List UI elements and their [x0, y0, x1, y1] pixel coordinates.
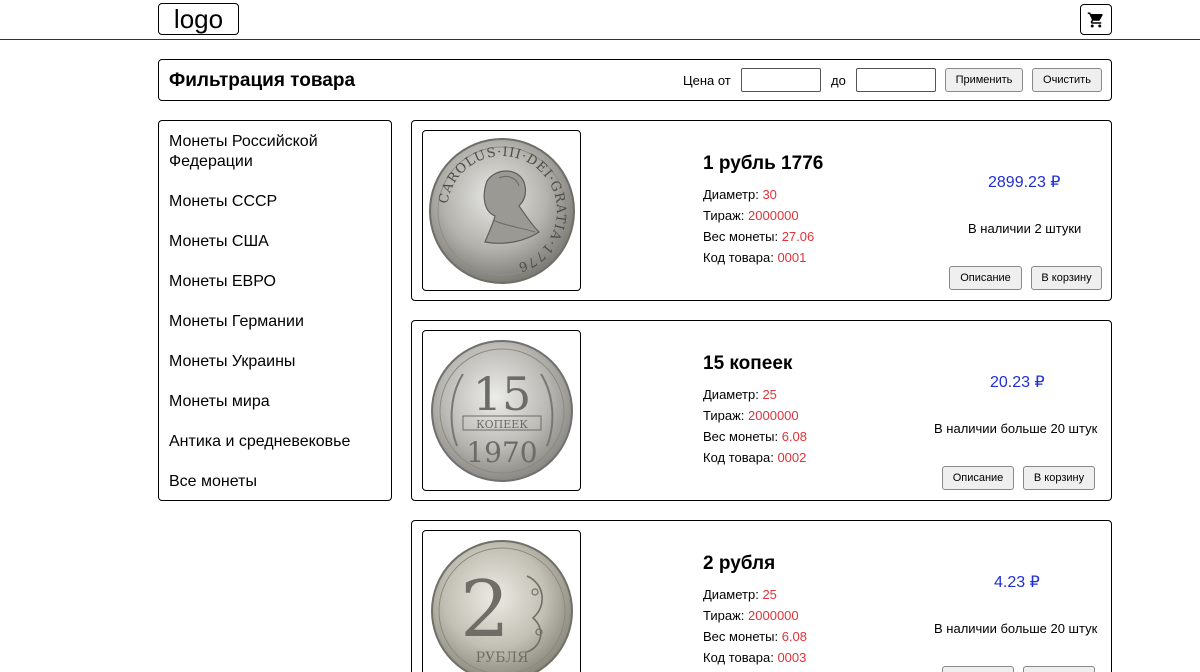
product-mintage: Тираж: 2000000 [703, 608, 799, 623]
category-all[interactable]: Все монеты [169, 472, 383, 492]
product-stock: В наличии 2 штуки [968, 221, 1082, 236]
product-name: 15 копеек [703, 353, 793, 374]
product-card: 2 РУБЛЯ 2 рубля Диаметр: 25 Тираж: 20000… [411, 520, 1112, 672]
product-price: 20.23 ₽ [990, 374, 1045, 391]
product-mintage: Тираж: 2000000 [703, 408, 799, 423]
logo[interactable]: logo [158, 3, 239, 35]
product-name: 2 рубля [703, 553, 776, 574]
filter-title: Фильтрация товара [169, 70, 356, 91]
product-diameter: Диаметр: 30 [703, 187, 777, 202]
coin-1776-icon: CAROLUS·III·DEI·GRATIA·1776 [428, 137, 575, 284]
category-ussr[interactable]: Монеты СССР [169, 192, 383, 212]
product-weight: Вес монеты: 6.08 [703, 429, 808, 444]
category-antique-medieval[interactable]: Антика и средневековье [169, 432, 383, 452]
product-stock: В наличии больше 20 штук [934, 621, 1098, 636]
description-button[interactable]: Описание [942, 466, 1014, 490]
product-weight: Вес монеты: 6.08 [703, 629, 808, 644]
svg-text:КОПЕЕК: КОПЕЕК [476, 418, 528, 431]
product-weight: Вес монеты: 27.06 [703, 229, 815, 244]
category-russian-federation[interactable]: Монеты Российской Федерации [169, 132, 383, 172]
product-code: Код товара: 0002 [703, 450, 807, 465]
apply-filter-button[interactable]: Применить [945, 68, 1023, 92]
price-from-input[interactable] [741, 68, 821, 92]
category-usa[interactable]: Монеты США [169, 232, 383, 252]
filter-panel: Фильтрация товара Цена от до Применить О… [158, 59, 1112, 101]
product-code: Код товара: 0001 [703, 250, 807, 265]
svg-text:2: 2 [460, 565, 510, 655]
price-from-label: Цена от [683, 73, 731, 88]
svg-text:15: 15 [472, 367, 531, 421]
cart-button[interactable] [1080, 4, 1112, 35]
description-button[interactable]: Описание [942, 666, 1014, 672]
svg-text:1970: 1970 [466, 436, 537, 469]
product-image[interactable]: 2 РУБЛЯ [422, 530, 581, 672]
add-to-cart-button[interactable]: В корзину [1023, 466, 1095, 490]
clear-filter-button[interactable]: Очистить [1032, 68, 1102, 92]
description-button[interactable]: Описание [949, 266, 1022, 290]
add-to-cart-button[interactable]: В корзину [1023, 666, 1095, 672]
add-to-cart-button[interactable]: В корзину [1031, 266, 1102, 290]
product-diameter: Диаметр: 25 [703, 587, 777, 602]
product-diameter: Диаметр: 25 [703, 387, 777, 402]
site-header: logo [0, 0, 1200, 40]
product-price: 4.23 ₽ [994, 574, 1040, 591]
product-image[interactable]: 15 КОПЕЕК 1970 [422, 330, 581, 491]
cart-icon [1087, 12, 1103, 27]
product-stock: В наличии больше 20 штук [934, 421, 1098, 436]
coin-2-rubles-icon: 2 РУБЛЯ [430, 539, 573, 672]
category-sidebar: Монеты Российской Федерации Монеты СССР … [158, 120, 392, 501]
product-mintage: Тираж: 2000000 [703, 208, 799, 223]
price-to-label: до [831, 73, 846, 88]
product-card: CAROLUS·III·DEI·GRATIA·1776 1 рубль 1776… [411, 120, 1112, 301]
category-world[interactable]: Монеты мира [169, 392, 383, 412]
category-euro[interactable]: Монеты ЕВРО [169, 272, 383, 292]
svg-text:РУБЛЯ: РУБЛЯ [475, 650, 528, 666]
product-name: 1 рубль 1776 [703, 153, 824, 174]
coin-15-kopeks-icon: 15 КОПЕЕК 1970 [430, 339, 573, 482]
category-germany[interactable]: Монеты Германии [169, 312, 383, 332]
product-price: 2899.23 ₽ [988, 174, 1061, 191]
category-ukraine[interactable]: Монеты Украины [169, 352, 383, 372]
product-code: Код товара: 0003 [703, 650, 807, 665]
product-card: 15 КОПЕЕК 1970 15 копеек Диаметр: 25 Тир… [411, 320, 1112, 501]
price-to-input[interactable] [856, 68, 936, 92]
product-image[interactable]: CAROLUS·III·DEI·GRATIA·1776 [422, 130, 581, 291]
